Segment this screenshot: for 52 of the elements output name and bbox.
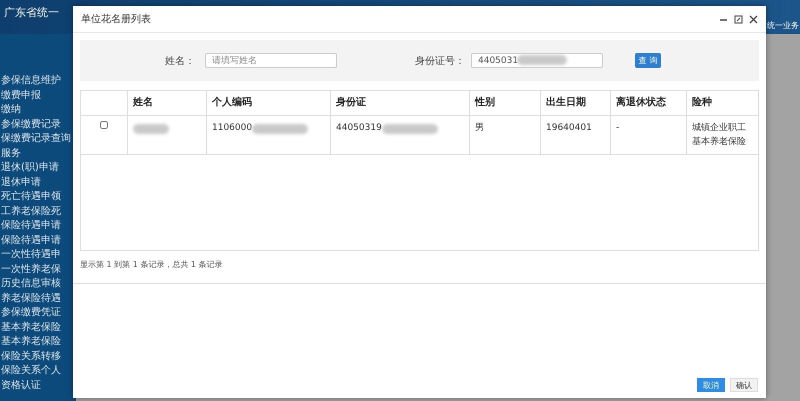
column-header: 出生日期 bbox=[546, 96, 586, 110]
column-header: 姓名 bbox=[133, 96, 153, 110]
pagination-info: 显示第 1 到第 1 条记录，总共 1 条记录 bbox=[80, 259, 224, 270]
name-label: 姓名： bbox=[164, 54, 195, 68]
sidebar-item[interactable]: 保险待遇申请 bbox=[0, 234, 76, 248]
table-cell-text: 44050319 bbox=[336, 122, 382, 135]
sidebar-item[interactable]: 退休申请 bbox=[0, 176, 76, 190]
sidebar-item[interactable]: 缴费申报 bbox=[0, 88, 76, 103]
sidebar-item[interactable]: 资格认证 bbox=[0, 378, 76, 393]
sidebar-item[interactable]: 一次性养老保 bbox=[0, 262, 76, 277]
table-cell-text: 男 bbox=[475, 122, 484, 135]
sidebar-item[interactable]: 保缴费记录查询 bbox=[0, 132, 76, 146]
sidebar-item[interactable]: 参保缴费凭证 bbox=[0, 306, 76, 320]
sidebar-item[interactable]: 保险待遇申请 bbox=[0, 219, 76, 234]
sidebar-item[interactable]: 基本养老保险 bbox=[0, 320, 76, 335]
sidebar-item[interactable]: 服务 bbox=[0, 146, 76, 161]
redaction-blur bbox=[252, 124, 308, 134]
sidebar-item[interactable]: 历史信息审核 bbox=[0, 277, 76, 292]
table-cell-text: 城镇企业职工基本养老保险 bbox=[692, 122, 747, 149]
table-cell-text: - bbox=[616, 122, 620, 135]
close-icon[interactable] bbox=[749, 14, 758, 24]
row-checkbox[interactable] bbox=[100, 121, 108, 129]
column-header: 个人编码 bbox=[212, 96, 252, 110]
sidebar-item[interactable]: 参保缴费记录 bbox=[0, 118, 76, 132]
search-button[interactable]: 查 询 bbox=[635, 53, 661, 68]
sidebar-item[interactable]: 保险关系转移 bbox=[0, 350, 76, 364]
column-header: 离退休状态 bbox=[616, 96, 666, 110]
column-header: 性别 bbox=[475, 96, 495, 110]
table-cell-text: 1106000 bbox=[212, 122, 252, 135]
redaction-blur bbox=[133, 124, 169, 134]
site-title: 统一业务 bbox=[767, 20, 799, 31]
sidebar-item[interactable]: 基本养老保险 bbox=[0, 335, 76, 350]
site-title: 广东省统一 bbox=[4, 5, 59, 20]
redaction-blur bbox=[382, 124, 438, 134]
id-label: 身份证号： bbox=[414, 54, 465, 68]
dialog-title: 单位花名册列表 bbox=[81, 12, 151, 26]
maximize-icon[interactable] bbox=[734, 14, 743, 24]
sidebar-item[interactable]: 死亡待遇申领 bbox=[0, 190, 76, 204]
column-header: 险种 bbox=[692, 96, 712, 110]
confirm-button[interactable]: 确认 bbox=[730, 378, 758, 392]
column-header: 身份证 bbox=[336, 96, 366, 110]
redaction-blur bbox=[517, 55, 567, 65]
sidebar-item[interactable]: 参保信息维护 bbox=[0, 74, 76, 88]
sidebar-item[interactable]: 保险关系个人 bbox=[0, 364, 76, 378]
sidebar-item[interactable]: 一次性待遇申 bbox=[0, 248, 76, 262]
name-field[interactable]: 请填写姓名 bbox=[205, 53, 337, 68]
cancel-button[interactable]: 取消 bbox=[697, 378, 725, 392]
sidebar-item[interactable]: 退休(职)申请 bbox=[0, 161, 76, 176]
sidebar-item[interactable]: 工养老保险死 bbox=[0, 204, 76, 219]
sidebar-item[interactable]: 缴纳 bbox=[0, 103, 76, 118]
table-cell-text: 19640401 bbox=[546, 122, 592, 135]
sidebar-item[interactable]: 养老保险待遇 bbox=[0, 292, 76, 306]
